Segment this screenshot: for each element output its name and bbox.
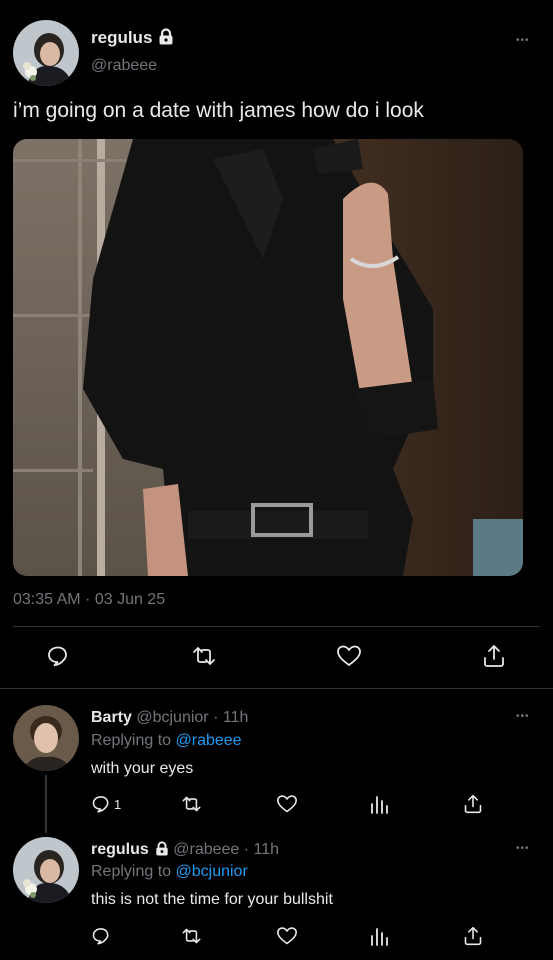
replying-to-link[interactable]: @bcjunior	[176, 863, 248, 880]
more-options-icon[interactable]: •••	[516, 36, 530, 46]
tweet-timestamp[interactable]: 03:35 AM · 03 Jun 25	[13, 591, 165, 609]
reply-author-name[interactable]: Barty	[91, 709, 132, 726]
reply-text: with your eyes	[91, 760, 194, 777]
reply-icon[interactable]	[46, 644, 70, 668]
share-icon[interactable]	[463, 925, 483, 947]
reply-text: this is not the time for your bullshit	[91, 891, 333, 908]
analytics-icon[interactable]	[370, 794, 388, 814]
lock-icon	[155, 841, 169, 862]
author-name-row: regulus	[91, 28, 174, 50]
reply-author-name[interactable]: regulus	[91, 841, 149, 858]
replying-to-label: Replying to	[91, 732, 172, 749]
tweet-text: i’m going on a date with james how do i …	[13, 99, 424, 122]
tweet-photo[interactable]	[13, 139, 523, 576]
reply-author-meta[interactable]: @rabeee · 11h	[173, 841, 279, 858]
like-icon[interactable]	[336, 644, 362, 668]
retweet-icon[interactable]	[180, 926, 203, 946]
more-options-icon[interactable]: •••	[516, 844, 530, 854]
like-icon[interactable]	[276, 926, 298, 946]
replying-to-link[interactable]: @rabeee	[176, 732, 242, 749]
replying-to-line: Replying to @rabeee	[91, 731, 242, 751]
lock-icon	[158, 28, 174, 50]
author-handle[interactable]: @rabeee	[91, 57, 157, 75]
reply-count: 1	[114, 797, 122, 812]
author-name[interactable]: regulus	[91, 28, 152, 47]
more-options-icon[interactable]: •••	[516, 712, 530, 722]
author-avatar[interactable]	[13, 20, 79, 86]
divider	[0, 688, 553, 689]
reply-header: Barty @bcjunior · 11h	[91, 708, 248, 728]
reply-author-meta[interactable]: @bcjunior · 11h	[136, 709, 248, 726]
retweet-icon[interactable]	[180, 794, 203, 814]
reply-header: regulus @rabeee · 11h	[91, 840, 279, 862]
analytics-icon[interactable]	[370, 926, 388, 946]
reply-avatar-regulus[interactable]	[13, 837, 79, 903]
divider	[13, 626, 540, 627]
share-icon[interactable]	[482, 643, 506, 669]
replying-to-label: Replying to	[91, 863, 172, 880]
reply-icon[interactable]	[91, 794, 111, 814]
reply-avatar-barty[interactable]	[13, 705, 79, 771]
replying-to-line: Replying to @bcjunior	[91, 862, 248, 882]
share-icon[interactable]	[463, 793, 483, 815]
reply-icon[interactable]	[91, 926, 111, 946]
retweet-icon[interactable]	[190, 644, 218, 668]
thread-line	[45, 775, 47, 833]
like-icon[interactable]	[276, 794, 298, 814]
